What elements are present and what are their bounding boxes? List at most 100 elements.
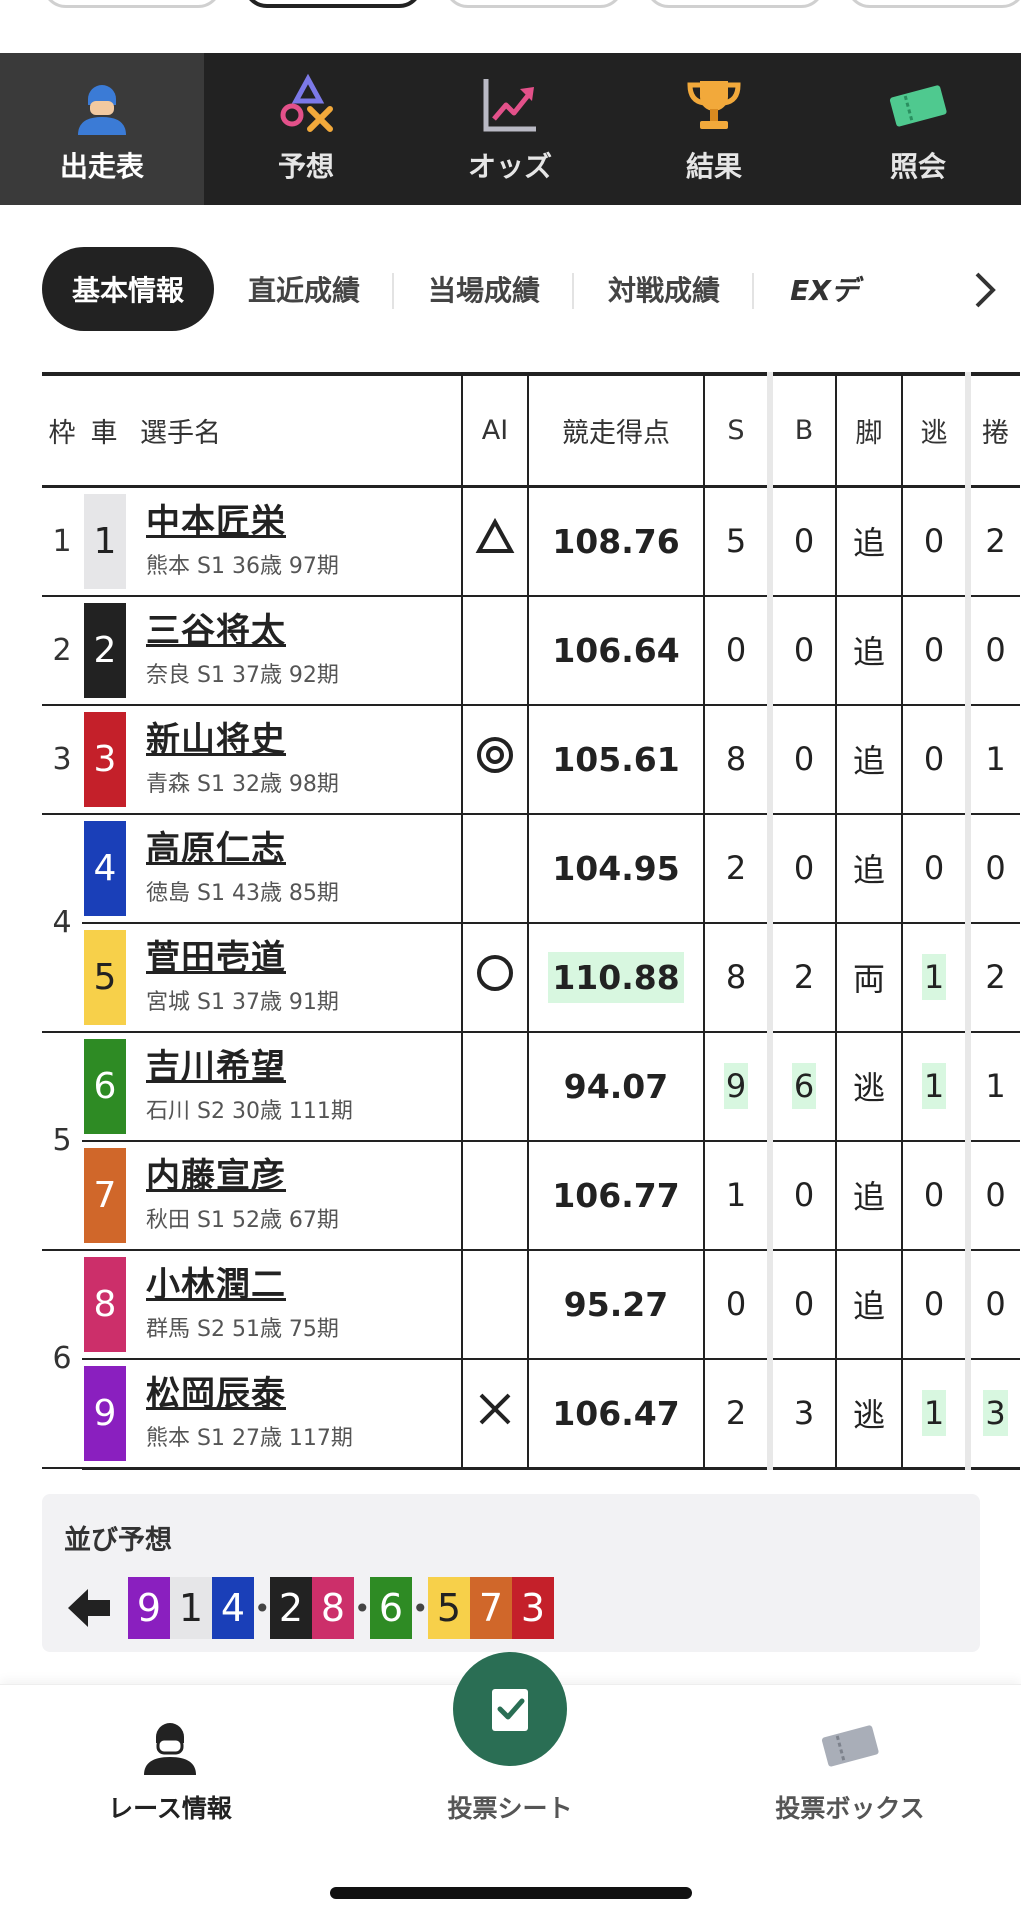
- nige-cell: 0: [901, 813, 968, 924]
- car-number-badge: 6: [84, 1038, 126, 1134]
- kyaku-cell: 追: [835, 813, 902, 924]
- ai-mark-cell: [461, 704, 528, 815]
- s-cell: 0: [703, 1249, 770, 1360]
- b-cell: 0: [767, 486, 836, 597]
- s-value: 8: [725, 740, 747, 778]
- makuri-cell: 0: [965, 595, 1020, 706]
- rider-icon: [78, 85, 126, 135]
- kyaku-value: 追: [852, 742, 885, 780]
- rider-cell: 松岡辰泰 熊本 S1 27歳 117期: [126, 1358, 462, 1470]
- makuri-cell: 0: [965, 1140, 1020, 1251]
- score-cell: 106.47: [527, 1358, 704, 1470]
- s-value: 2: [725, 1394, 747, 1432]
- race-score: 106.64: [552, 630, 680, 670]
- nige-cell: 0: [901, 595, 968, 706]
- car-number-badge: 7: [84, 1147, 126, 1243]
- table-row: 4 4 高原仁志 徳島 S1 43歳 85期 104.95 2 0 追 0 0: [42, 813, 1020, 1033]
- tab-kihon[interactable]: 基本情報: [42, 247, 215, 331]
- prediction-shapes-icon: [280, 73, 333, 132]
- b-cell: 0: [767, 813, 836, 924]
- race-score: 104.95: [552, 848, 680, 888]
- kyaku-cell: 逃: [835, 1031, 902, 1142]
- rider-name-link[interactable]: 松岡辰泰: [146, 1374, 461, 1414]
- kyaku-value: 逃: [852, 1396, 885, 1434]
- line-prediction-box: 並び予想 9 1 4 • 2 8 • 6 • 5 7 3: [42, 1494, 980, 1652]
- rider-name-link[interactable]: 三谷将太: [146, 611, 461, 651]
- race-score: 108.76: [552, 521, 680, 561]
- tab-scroll-right-button[interactable]: [950, 262, 1020, 318]
- car-number-badge: 5: [84, 929, 126, 1025]
- nige-cell: 1: [901, 1031, 968, 1142]
- tab-chokkin[interactable]: 直近成績: [214, 247, 395, 331]
- s-cell: 0: [703, 595, 770, 706]
- kyaku-value: 追: [852, 633, 885, 671]
- tab-toujou[interactable]: 当場成績: [394, 247, 575, 331]
- kyaku-cell: 両: [835, 922, 902, 1033]
- score-cell: 108.76: [527, 486, 704, 597]
- b-value: 6: [791, 1063, 817, 1109]
- s-value: 5: [725, 522, 747, 560]
- header-makuri: 捲: [965, 372, 1020, 488]
- nige-cell: 1: [901, 1358, 968, 1470]
- s-value: 0: [725, 1285, 747, 1323]
- rider-info: 群馬 S2 51歳 75期: [146, 1317, 339, 1342]
- table-row: 5 6 吉川希望 石川 S2 30歳 111期 94.07 9 6 逃 1 1: [42, 1031, 1020, 1251]
- rider-name-link[interactable]: 小林潤二: [146, 1265, 461, 1305]
- line-separator: •: [354, 1591, 371, 1625]
- nav-shokai[interactable]: 照会: [816, 53, 1020, 205]
- race-pill[interactable]: [645, 0, 825, 8]
- b-value: 0: [793, 849, 815, 887]
- rider-cell: 三谷将太奈良 S1 37歳 92期: [126, 595, 462, 706]
- rider-name-link[interactable]: 新山将史: [146, 720, 461, 760]
- rider-name-link[interactable]: 内藤宣彦: [146, 1156, 461, 1196]
- rider-info: 徳島 S1 43歳 85期: [146, 881, 339, 906]
- nav-odds[interactable]: オッズ: [408, 53, 612, 205]
- race-pill[interactable]: [444, 0, 624, 8]
- s-value: 9: [723, 1063, 749, 1109]
- tab-ex-data[interactable]: EXデ: [754, 247, 874, 331]
- b-value: 2: [793, 958, 815, 996]
- kyaku-cell: 追: [835, 595, 902, 706]
- bet-sheet-fab[interactable]: [453, 1652, 567, 1766]
- b-cell: 0: [767, 1249, 836, 1360]
- checklist-icon: [492, 1689, 528, 1731]
- rider-info: 奈良 S1 37歳 92期: [146, 663, 339, 688]
- race-pill[interactable]: [846, 0, 1021, 8]
- rider-name-link[interactable]: 吉川希望: [146, 1047, 461, 1087]
- line-car-badge: 1: [170, 1577, 212, 1639]
- line-car-badge: 3: [512, 1577, 554, 1639]
- nav-kekka[interactable]: 結果: [612, 53, 816, 205]
- rider-cell: 内藤宣彦 秋田 S1 52歳 67期: [126, 1140, 462, 1251]
- rider-name-link[interactable]: 高原仁志: [146, 829, 461, 869]
- bottom-tab-bet-box[interactable]: 投票ボックス: [750, 1685, 950, 1825]
- header-kyaku: 脚: [835, 372, 902, 488]
- nav-shussohyo[interactable]: 出走表: [0, 53, 204, 205]
- race-pill-active[interactable]: [243, 0, 423, 8]
- tab-taisen[interactable]: 対戦成績: [574, 247, 755, 331]
- score-cell: 106.64: [527, 595, 704, 706]
- b-cell: 0: [767, 1140, 836, 1251]
- car-cell: 5: [82, 922, 126, 1033]
- makuri-value: 0: [985, 849, 1006, 887]
- line-car-badge: 2: [270, 1577, 312, 1639]
- race-pill[interactable]: [42, 0, 222, 8]
- makuri-cell: 1: [965, 704, 1020, 815]
- rider-name-link[interactable]: 菅田壱道: [146, 938, 461, 978]
- rider-icon: [144, 1723, 196, 1775]
- nav-yoso[interactable]: 予想: [204, 53, 408, 205]
- rider-name-link[interactable]: 中本匠栄: [146, 502, 461, 542]
- s-cell: 8: [703, 704, 770, 815]
- nige-cell: 0: [901, 704, 968, 815]
- ai-mark-cell: [461, 1140, 528, 1251]
- rider-cell: 小林潤二群馬 S2 51歳 75期: [126, 1249, 462, 1360]
- ai-cross-icon: [475, 1393, 515, 1437]
- s-cell: 5: [703, 486, 770, 597]
- bottom-tab-race-info[interactable]: レース情報: [80, 1685, 260, 1825]
- race-score: 105.61: [552, 739, 680, 779]
- trophy-icon: [687, 81, 741, 129]
- line-prediction-sequence: 9 1 4 • 2 8 • 6 • 5 7 3: [64, 1577, 958, 1639]
- makuri-value: 1: [985, 740, 1006, 778]
- b-value: 0: [793, 1285, 815, 1323]
- header-b: B: [767, 372, 836, 488]
- ai-mark-cell: [461, 922, 528, 1033]
